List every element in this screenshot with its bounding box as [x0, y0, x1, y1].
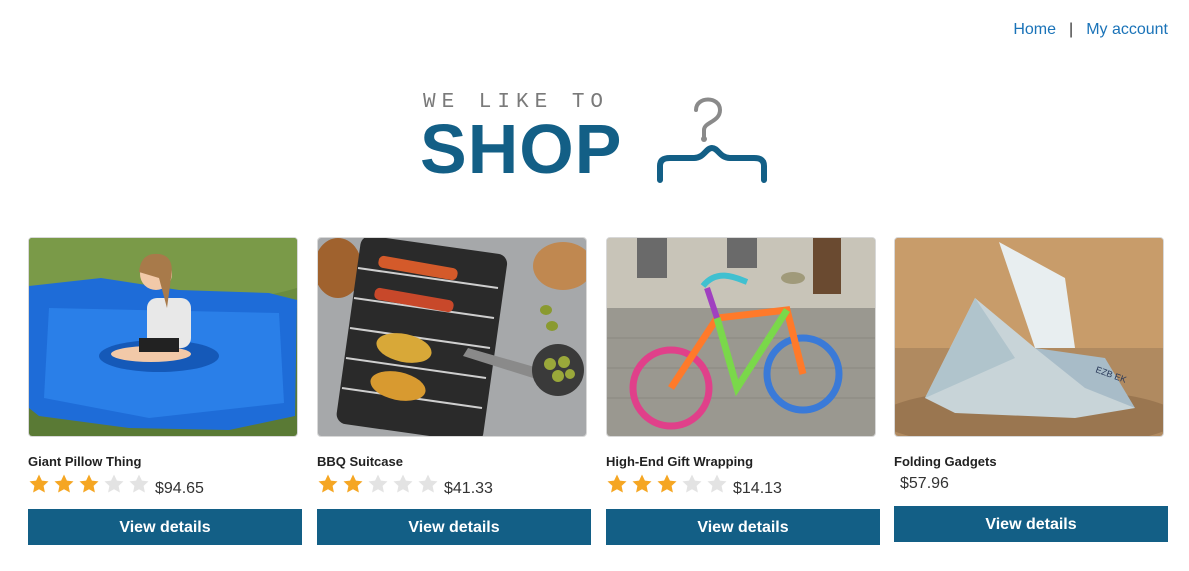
star-filled-icon [343, 474, 363, 492]
home-link[interactable]: Home [1013, 21, 1056, 39]
product-grid: Giant Pillow Thing $94.65 View details B… [28, 237, 1168, 557]
product-name: Folding Gadgets [894, 454, 997, 469]
nav-separator: | [1069, 21, 1074, 38]
product-rating: $57.96 [894, 473, 1168, 499]
product-name: High-End Gift Wrapping [606, 454, 754, 469]
star-rating [28, 473, 153, 500]
product-image-folding-gadgets[interactable]: EZB EK [894, 237, 1164, 437]
star-filled-icon [318, 474, 338, 492]
my-account-link[interactable]: My account [1086, 21, 1168, 39]
product-image-gift-wrapping[interactable] [606, 237, 876, 437]
product-name: BBQ Suitcase [317, 454, 403, 469]
view-details-button[interactable]: View details [28, 509, 302, 545]
hanger-icon [657, 97, 767, 183]
star-filled-icon [657, 474, 677, 492]
product-rating: $94.65 [28, 473, 302, 499]
star-empty-icon [682, 474, 702, 492]
star-empty-icon [104, 474, 124, 492]
product-card: Giant Pillow Thing $94.65 View details [28, 237, 302, 545]
star-rating [317, 473, 442, 500]
product-price: $14.13 [733, 480, 782, 497]
star-filled-icon [29, 474, 49, 492]
product-price: $57.96 [900, 475, 949, 492]
product-image-bbq[interactable] [317, 237, 587, 437]
star-filled-icon [607, 474, 627, 492]
star-empty-icon [368, 474, 388, 492]
product-card: EZB EK Folding Gadgets $57.96 View detai… [894, 237, 1168, 542]
view-details-button[interactable]: View details [317, 509, 591, 545]
star-filled-icon [54, 474, 74, 492]
star-rating [606, 473, 731, 500]
product-card: High-End Gift Wrapping $14.13 View detai… [606, 237, 880, 545]
star-filled-icon [632, 474, 652, 492]
star-empty-icon [707, 474, 727, 492]
star-empty-icon [418, 474, 438, 492]
star-empty-icon [129, 474, 149, 492]
view-details-button[interactable]: View details [894, 506, 1168, 542]
product-card: BBQ Suitcase $41.33 View details [317, 237, 591, 545]
product-price: $94.65 [155, 480, 204, 497]
top-navigation: Home | My account [1013, 21, 1168, 39]
star-empty-icon [393, 474, 413, 492]
star-filled-icon [79, 474, 99, 492]
product-image-pillow[interactable] [28, 237, 298, 437]
site-logo[interactable]: WE LIKE TO SHOP [420, 88, 780, 188]
product-rating: $14.13 [606, 473, 880, 499]
product-name: Giant Pillow Thing [28, 454, 142, 469]
product-rating: $41.33 [317, 473, 591, 499]
product-price: $41.33 [444, 480, 493, 497]
view-details-button[interactable]: View details [606, 509, 880, 545]
logo-brand: SHOP [420, 110, 623, 188]
